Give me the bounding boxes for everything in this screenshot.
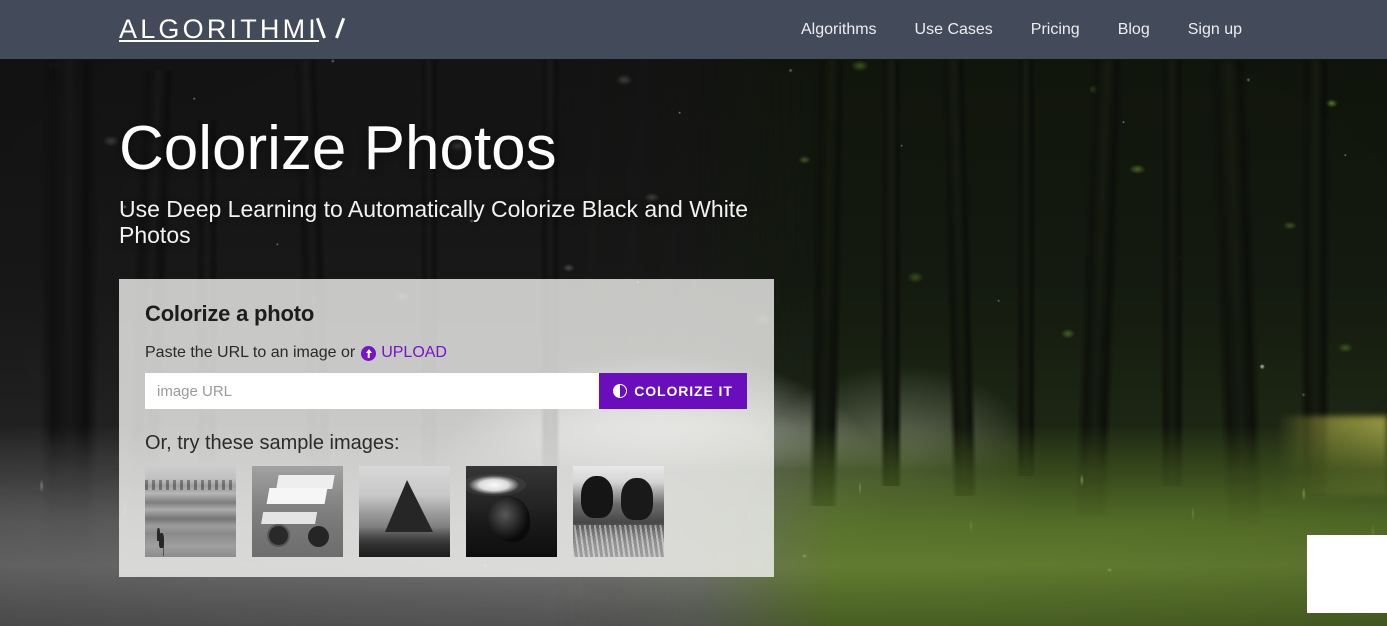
upload-link[interactable]: UPLOAD xyxy=(361,344,447,362)
nav-blog[interactable]: Blog xyxy=(1118,21,1150,39)
contrast-icon xyxy=(613,384,628,398)
sample-thumb-cows[interactable] xyxy=(573,466,664,557)
page-subtitle: Use Deep Learning to Automatically Color… xyxy=(119,196,748,249)
logo-text: ALGORITHMI xyxy=(119,14,320,44)
card-prompt-text: Paste the URL to an image or xyxy=(145,344,356,361)
card-prompt-row: Paste the URL to an image or UPLOAD xyxy=(145,344,748,362)
colorize-it-label: COLORIZE IT xyxy=(634,383,733,399)
sample-thumb-bird[interactable] xyxy=(145,466,236,557)
nav-pricing[interactable]: Pricing xyxy=(1031,21,1080,39)
sample-images-row xyxy=(145,466,748,557)
site-header: ALGORITHMI Algorithms Use Cases Pricing … xyxy=(0,0,1387,59)
card-title: Colorize a photo xyxy=(145,301,315,326)
colorize-it-button[interactable]: COLORIZE IT xyxy=(599,373,747,409)
nav-algorithms[interactable]: Algorithms xyxy=(801,21,877,39)
page-root: ALGORITHMI Algorithms Use Cases Pricing … xyxy=(0,0,1387,626)
main-navigation: Algorithms Use Cases Pricing Blog Sign u… xyxy=(801,21,1242,39)
nav-use-cases[interactable]: Use Cases xyxy=(915,21,993,39)
hero-section: Colorize Photos Use Deep Learning to Aut… xyxy=(119,118,819,249)
image-url-input[interactable] xyxy=(145,373,599,409)
chat-widget-placeholder[interactable] xyxy=(1307,535,1387,613)
sample-thumb-mountain[interactable] xyxy=(359,466,450,557)
logo-a-mark-icon xyxy=(321,18,340,38)
upload-link-label: UPLOAD xyxy=(381,344,447,361)
page-title: Colorize Photos xyxy=(119,114,557,183)
sample-thumb-race-car[interactable] xyxy=(252,466,343,557)
url-form-row: COLORIZE IT xyxy=(145,373,747,409)
algorithmia-logo[interactable]: ALGORITHMI xyxy=(119,14,340,45)
nav-sign-up[interactable]: Sign up xyxy=(1188,21,1242,39)
samples-label: Or, try these sample images: xyxy=(145,432,400,454)
colorize-card: Colorize a photo Paste the URL to an ima… xyxy=(119,279,774,577)
sample-thumb-splash[interactable] xyxy=(466,466,557,557)
upload-circle-icon xyxy=(361,345,377,361)
